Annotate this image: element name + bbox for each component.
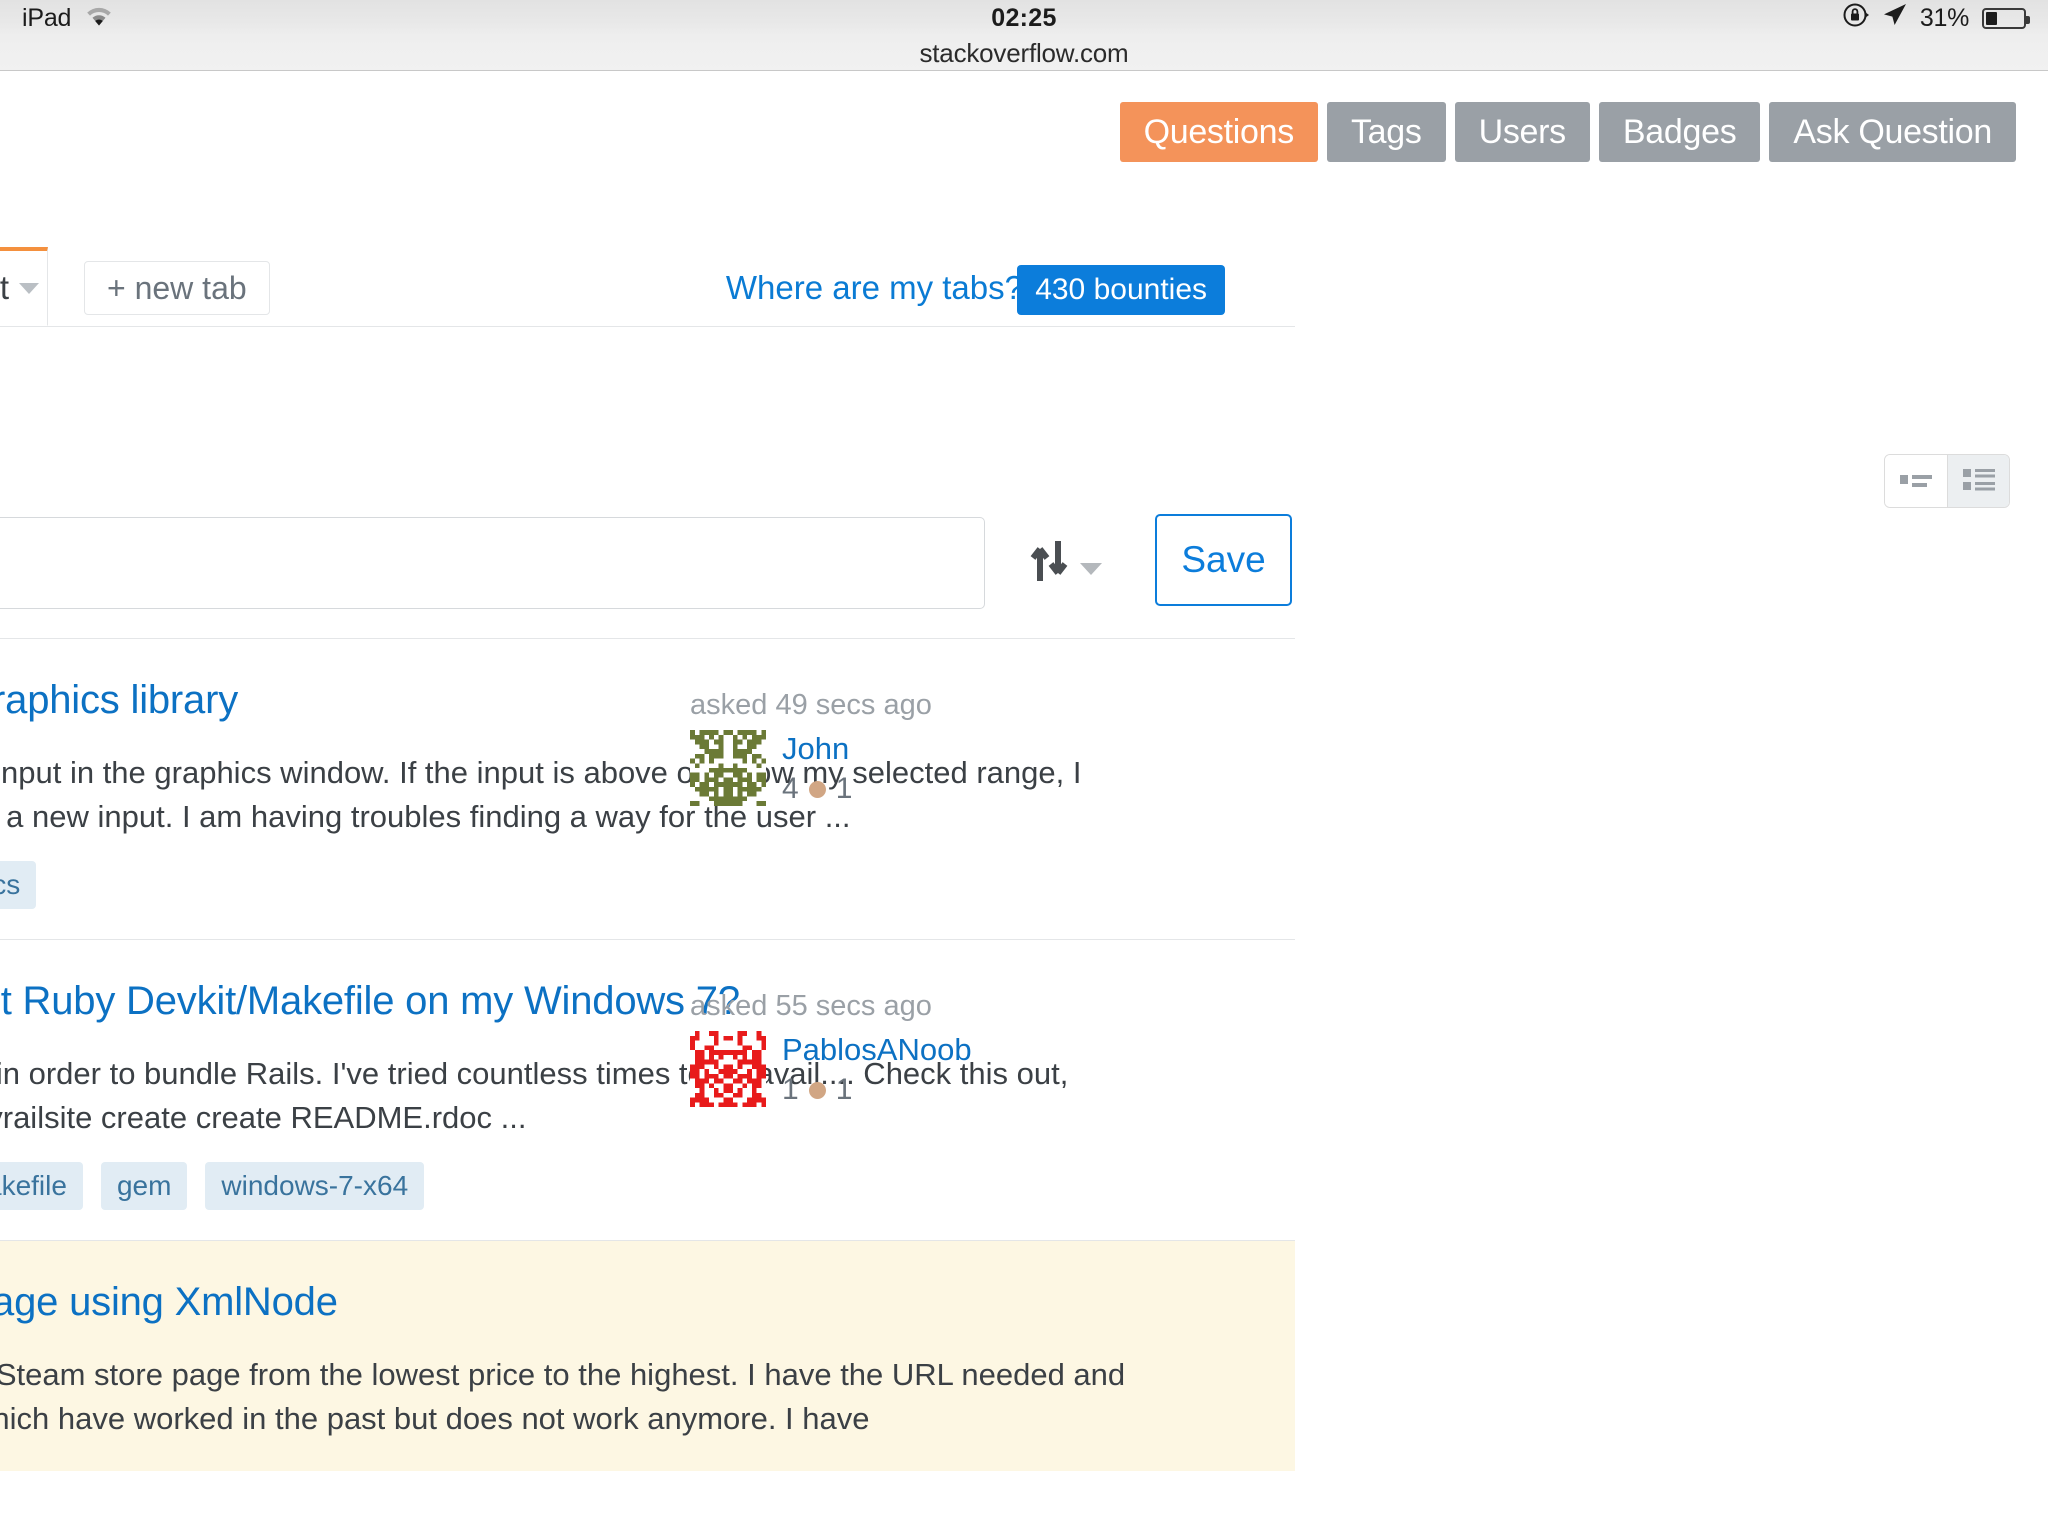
chevron-down-icon <box>1080 562 1102 575</box>
user-meta: John 4 1 <box>782 730 852 806</box>
question-footer: ics <box>0 861 1295 910</box>
question-row-featured: page using XmlNode e Steam store page fr… <box>0 1240 1295 1472</box>
save-button[interactable]: Save <box>1155 514 1292 606</box>
tab-newest[interactable]: st <box>0 247 48 326</box>
tag[interactable]: windows-7-x64 <box>205 1162 425 1211</box>
sort-control[interactable] <box>1028 537 1102 590</box>
username-link[interactable]: PablosANoob <box>782 1032 972 1067</box>
asked-timestamp: asked 49 secs ago <box>690 689 932 721</box>
nav-button-questions[interactable]: Questions <box>1119 102 1318 162</box>
ios-status-bar: iPad 02:25 31% <box>0 0 2048 36</box>
reputation-count: 1 <box>782 1073 799 1107</box>
webpage-viewport: Questions Tags Users Badges Ask Question… <box>0 72 2048 1536</box>
view-mode-toggle <box>1884 454 2010 508</box>
sort-arrows-icon <box>1028 537 1074 590</box>
question-title-link[interactable]: page using XmlNode <box>0 1279 1295 1325</box>
search-input[interactable] <box>0 517 985 609</box>
avatar[interactable] <box>690 1031 766 1108</box>
nav-button-ask-question[interactable]: Ask Question <box>1769 102 2016 162</box>
nav-button-users[interactable]: Users <box>1454 102 1590 162</box>
question-row: graphics library s input in the graphics… <box>0 638 1295 939</box>
user-line: PablosANoob 1 1 <box>690 1031 990 1108</box>
site-top-navigation: Questions Tags Users Badges Ask Question <box>0 102 2048 162</box>
browser-url-bar[interactable]: stackoverflow.com <box>0 36 2048 71</box>
status-bar-right: 31% <box>1842 1 2030 35</box>
bronze-badge-count: 1 <box>835 1073 853 1107</box>
bronze-badge-icon <box>808 1081 826 1099</box>
question-title-link[interactable]: graphics library <box>0 677 1295 723</box>
tag[interactable]: akefile <box>0 1162 83 1211</box>
user-line: John 4 1 <box>690 730 990 806</box>
user-reputation: 1 1 <box>782 1073 972 1107</box>
user-meta: PablosANoob 1 1 <box>782 1031 972 1107</box>
location-arrow-icon <box>1882 2 1907 34</box>
filter-tab-strip: st + new tab Where are my tabs? 430 boun… <box>0 247 1295 327</box>
compact-list-view-icon[interactable] <box>1885 455 1947 507</box>
tag-list: akefile gem windows-7-x64 <box>0 1162 425 1211</box>
bounties-badge[interactable]: 430 bounties <box>1017 265 1225 315</box>
rotation-lock-icon <box>1842 1 1869 35</box>
status-bar-clock: 02:25 <box>991 3 1057 32</box>
battery-icon <box>1982 7 2030 29</box>
question-excerpt: 3 in order to bundle Rails. I've tried c… <box>0 1056 1069 1136</box>
question-footer: akefile gem windows-7-x64 <box>0 1162 1295 1211</box>
tag[interactable]: ics <box>0 861 37 910</box>
question-user-block: asked 55 secs ago PablosANoob 1 1 <box>690 990 990 1108</box>
bronze-badge-count: 1 <box>835 772 853 806</box>
questions-list: graphics library s input in the graphics… <box>0 638 1295 1472</box>
url-text: stackoverflow.com <box>919 37 1129 68</box>
battery-percent-label: 31% <box>1919 3 1969 32</box>
filter-controls-row: Save <box>0 514 1295 617</box>
asked-timestamp: asked 55 secs ago <box>690 990 932 1023</box>
question-title-link[interactable]: bit Ruby Devkit/Makefile on my Windows 7… <box>0 978 1295 1024</box>
reputation-count: 4 <box>782 772 799 806</box>
question-excerpt: s input in the graphics window. If the i… <box>0 755 1082 835</box>
avatar[interactable] <box>690 730 766 806</box>
nav-button-badges[interactable]: Badges <box>1598 102 1761 162</box>
user-reputation: 4 1 <box>782 772 852 806</box>
new-tab-button[interactable]: + new tab <box>84 261 270 315</box>
bronze-badge-icon <box>808 780 826 798</box>
chevron-down-icon <box>19 282 39 294</box>
nav-button-tags[interactable]: Tags <box>1326 102 1446 162</box>
tag[interactable]: gem <box>100 1162 188 1211</box>
username-link[interactable]: John <box>782 731 852 766</box>
where-are-my-tabs-link[interactable]: Where are my tabs? <box>726 269 1023 307</box>
question-row: bit Ruby Devkit/Makefile on my Windows 7… <box>0 939 1295 1240</box>
question-excerpt: e Steam store page from the lowest price… <box>0 1357 1126 1437</box>
tab-newest-label: st <box>0 269 9 306</box>
tag-list: ics <box>0 861 37 910</box>
detailed-list-view-icon[interactable] <box>1947 455 2009 507</box>
question-user-block: asked 49 secs ago John 4 1 <box>690 689 990 806</box>
